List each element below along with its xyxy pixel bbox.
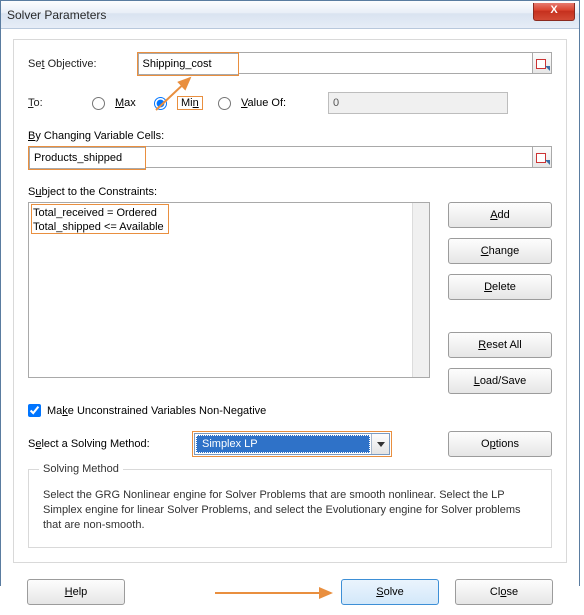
- help-button[interactable]: Help: [27, 579, 125, 605]
- range-icon: [536, 151, 548, 163]
- close-button[interactable]: X: [533, 3, 575, 21]
- solving-method-desc: Solving Method Select the GRG Nonlinear …: [28, 469, 552, 548]
- radio-min-label: Min: [177, 96, 203, 110]
- by-changing-label: By Changing Variable Cells:: [28, 130, 552, 142]
- titlebar: Solver Parameters X: [1, 1, 579, 29]
- constraint-item[interactable]: Total_shipped <= Available: [33, 220, 164, 234]
- to-label: To:: [28, 97, 64, 109]
- constraint-buttons: Add Change Delete Reset All Load/Save: [448, 202, 552, 394]
- solver-dialog: Solver Parameters X Set Objective: T: [0, 0, 580, 586]
- dialog-body: Set Objective: To: Max: [1, 29, 579, 615]
- variable-cells-input-rest[interactable]: [146, 146, 533, 168]
- constraints-listbox[interactable]: Total_received = Ordered Total_shipped <…: [28, 202, 430, 378]
- nonneg-label: MaKe Unconstrained Variables Non-Negativ…: [47, 405, 266, 417]
- objective-input[interactable]: [138, 53, 238, 75]
- solving-method-value: Simplex LP: [196, 435, 370, 453]
- close-dialog-button[interactable]: Close: [455, 579, 553, 605]
- radio-value-label: Value Of:: [241, 97, 286, 109]
- objective-wrap: [137, 52, 553, 76]
- range-picker-button-2[interactable]: [532, 146, 552, 168]
- desc-legend: Solving Method: [39, 462, 123, 477]
- variable-cells-row: [28, 146, 552, 170]
- range-picker-button[interactable]: [532, 52, 552, 74]
- range-icon: [536, 57, 548, 69]
- footer: Help Solve Close: [13, 573, 567, 605]
- objective-input-rest[interactable]: [239, 52, 534, 74]
- set-objective-row: Set Objective:: [28, 52, 552, 76]
- solving-method-row: Select a Solving Method: Simplex LP Opti…: [28, 431, 552, 457]
- value-of-input[interactable]: [328, 92, 508, 114]
- set-objective-label: Set Objective:: [28, 58, 97, 70]
- window-title: Solver Parameters: [7, 8, 106, 22]
- delete-button[interactable]: Delete: [448, 274, 552, 300]
- constraint-item[interactable]: Total_received = Ordered: [33, 206, 164, 220]
- radio-value-input[interactable]: [218, 97, 231, 110]
- radio-max-label: Max: [115, 97, 136, 109]
- load-save-button[interactable]: Load/Save: [448, 368, 552, 394]
- radio-min[interactable]: Min: [154, 96, 218, 110]
- radio-min-input[interactable]: [154, 97, 167, 110]
- change-button[interactable]: Change: [448, 238, 552, 264]
- scrollbar[interactable]: [412, 203, 429, 377]
- constraint-highlight: Total_received = Ordered Total_shipped <…: [31, 204, 169, 234]
- solving-method-label: Select a Solving Method:: [28, 438, 180, 450]
- to-row: To: Max Min Value Of:: [28, 92, 552, 114]
- radio-value[interactable]: Value Of:: [218, 97, 308, 110]
- chevron-down-icon[interactable]: [371, 434, 389, 454]
- nonneg-checkbox[interactable]: [28, 404, 41, 417]
- options-button[interactable]: Options: [448, 431, 552, 457]
- constraints-area: Total_received = Ordered Total_shipped <…: [28, 202, 552, 394]
- add-button[interactable]: Add: [448, 202, 552, 228]
- annotation-arrow-icon: [211, 583, 341, 603]
- solving-method-combo[interactable]: Simplex LP: [194, 433, 390, 455]
- solve-button[interactable]: Solve: [341, 579, 439, 605]
- nonneg-check-row: MaKe Unconstrained Variables Non-Negativ…: [28, 404, 552, 417]
- variable-cells-input[interactable]: [29, 147, 145, 169]
- main-group: Set Objective: To: Max: [13, 39, 567, 563]
- desc-text: Select the GRG Nonlinear engine for Solv…: [43, 488, 537, 533]
- radio-max[interactable]: Max: [92, 97, 154, 110]
- radio-max-input[interactable]: [92, 97, 105, 110]
- constraints-label: Subject to the Constraints:: [28, 186, 552, 198]
- reset-all-button[interactable]: Reset All: [448, 332, 552, 358]
